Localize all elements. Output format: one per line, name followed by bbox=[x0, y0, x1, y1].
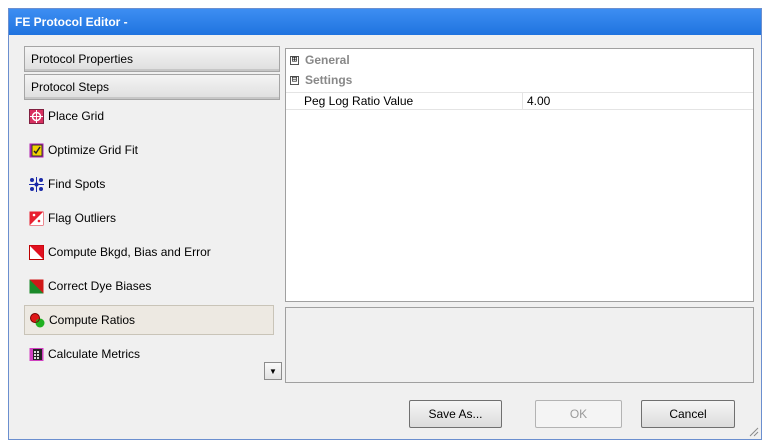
find-spots-icon bbox=[29, 176, 44, 192]
step-optimize-grid-fit[interactable]: Optimize Grid Fit bbox=[24, 135, 274, 165]
chevron-down-icon: ▼ bbox=[269, 366, 277, 376]
expand-icon[interactable]: ⊞ bbox=[290, 55, 299, 65]
correct-dye-icon bbox=[29, 279, 44, 294]
step-label: Correct Dye Biases bbox=[48, 279, 152, 293]
cancel-button[interactable]: Cancel bbox=[641, 400, 735, 428]
step-flag-outliers[interactable]: Flag Outliers bbox=[24, 203, 274, 233]
step-correct-dye-biases[interactable]: Correct Dye Biases bbox=[24, 271, 274, 301]
property-name: Peg Log Ratio Value bbox=[286, 93, 523, 109]
step-label: Optimize Grid Fit bbox=[48, 143, 139, 157]
property-grid: ⊞ General ⊟ Settings Peg Log Ratio Value… bbox=[285, 48, 754, 302]
step-label: Compute Ratios bbox=[49, 313, 136, 327]
flag-outliers-icon bbox=[29, 211, 44, 226]
category-general[interactable]: ⊞ General bbox=[286, 51, 753, 69]
optimize-grid-icon bbox=[29, 143, 44, 158]
step-label: Calculate Metrics bbox=[48, 347, 141, 361]
step-calculate-metrics[interactable]: Calculate Metrics bbox=[24, 339, 274, 369]
step-label: Place Grid bbox=[48, 109, 105, 123]
step-label: Find Spots bbox=[48, 177, 106, 191]
category-label: General bbox=[305, 53, 350, 67]
scroll-down-button[interactable]: ▼ bbox=[264, 362, 282, 380]
collapse-icon[interactable]: ⊟ bbox=[290, 75, 299, 85]
step-find-spots[interactable]: Find Spots bbox=[24, 169, 274, 199]
protocol-properties-button[interactable]: Protocol Properties bbox=[24, 46, 280, 72]
property-row[interactable]: Peg Log Ratio Value 4.00 bbox=[286, 92, 753, 110]
category-settings[interactable]: ⊟ Settings bbox=[286, 71, 753, 89]
step-label: Compute Bkgd, Bias and Error bbox=[48, 245, 211, 259]
category-label: Settings bbox=[305, 73, 353, 87]
calculate-metrics-icon bbox=[29, 347, 44, 362]
place-grid-icon bbox=[29, 108, 44, 124]
window-title: FE Protocol Editor - bbox=[9, 9, 761, 35]
step-compute-bkgd[interactable]: Compute Bkgd, Bias and Error bbox=[24, 237, 274, 267]
save-as-button[interactable]: Save As... bbox=[409, 400, 502, 428]
left-panel: Protocol Properties Protocol Steps Place… bbox=[24, 46, 282, 386]
protocol-editor-window: FE Protocol Editor - Protocol Properties… bbox=[8, 8, 762, 440]
protocol-steps-button[interactable]: Protocol Steps bbox=[24, 74, 280, 100]
step-place-grid[interactable]: Place Grid bbox=[24, 101, 274, 131]
property-value[interactable]: 4.00 bbox=[523, 93, 550, 109]
resize-grip-icon[interactable] bbox=[749, 427, 759, 437]
compute-bkgd-icon bbox=[29, 244, 44, 260]
step-label: Flag Outliers bbox=[48, 211, 117, 225]
ok-button[interactable]: OK bbox=[535, 400, 622, 428]
description-panel bbox=[285, 307, 754, 383]
compute-ratios-icon bbox=[30, 312, 45, 328]
step-compute-ratios[interactable]: Compute Ratios bbox=[24, 305, 274, 335]
